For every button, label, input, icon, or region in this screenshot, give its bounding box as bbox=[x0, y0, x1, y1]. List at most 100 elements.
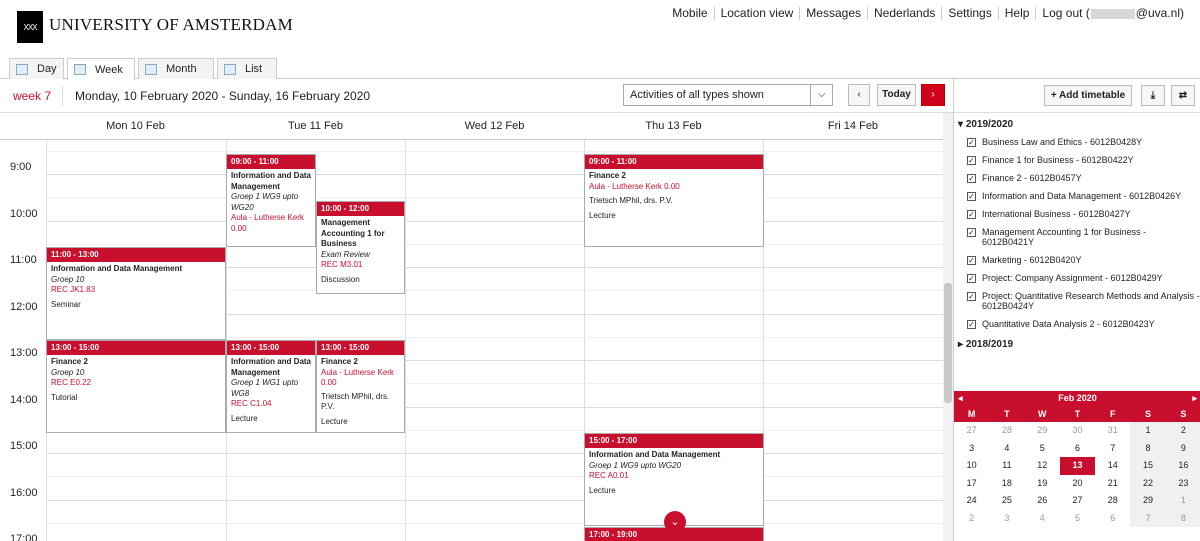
tab-day[interactable]: Day bbox=[9, 58, 64, 79]
next-month-icon[interactable]: ▸ bbox=[1192, 391, 1197, 406]
next-week-button[interactable]: › bbox=[921, 84, 945, 106]
calendar-day[interactable]: 30 bbox=[1060, 422, 1095, 440]
calendar-day[interactable]: 1 bbox=[1165, 492, 1200, 510]
add-timetable-button[interactable]: + Add timetable bbox=[1044, 85, 1132, 106]
year-group-2019[interactable]: ▾ 2019/2020 bbox=[954, 117, 1200, 133]
calendar-day[interactable]: 31 bbox=[1095, 422, 1130, 440]
nav-help[interactable]: Help bbox=[997, 7, 1036, 20]
event-block[interactable]: 11:00 - 13:00 Information and Data Manag… bbox=[46, 247, 226, 340]
calendar-day[interactable]: 2 bbox=[1165, 422, 1200, 440]
nav-location-view[interactable]: Location view bbox=[713, 7, 800, 20]
calendar-day[interactable]: 25 bbox=[989, 492, 1024, 510]
checkbox[interactable]: ✓ bbox=[967, 138, 976, 147]
calendar-day[interactable]: 6 bbox=[1060, 440, 1095, 458]
calendar-day[interactable]: 17 bbox=[954, 475, 989, 493]
event-room[interactable]: REC E0.22 bbox=[47, 378, 225, 389]
calendar-day[interactable]: 4 bbox=[1025, 510, 1060, 528]
event-room[interactable]: Aula - Lutherse Kerk 0.00 bbox=[227, 213, 315, 234]
calendar-day[interactable]: 7 bbox=[1095, 440, 1130, 458]
event-block[interactable]: 09:00 - 11:00 Information and Data Manag… bbox=[226, 154, 316, 247]
event-room[interactable]: Aula - Lutherse Kerk 0.00 bbox=[585, 182, 763, 193]
nav-messages[interactable]: Messages bbox=[799, 7, 867, 20]
calendar-day[interactable]: 9 bbox=[1165, 439, 1200, 457]
course-item[interactable]: ✓ Project: Quantitative Research Methods … bbox=[954, 291, 1200, 311]
checkbox[interactable]: ✓ bbox=[967, 292, 976, 301]
checkbox[interactable]: ✓ bbox=[967, 192, 976, 201]
university-logo[interactable]: XXX bbox=[17, 11, 43, 43]
prev-week-button[interactable]: ‹ bbox=[848, 84, 870, 106]
calendar-day[interactable]: 3 bbox=[954, 440, 989, 458]
download-icon[interactable]: ⤓ bbox=[1141, 85, 1165, 106]
course-item[interactable]: ✓ Marketing - 6012B0420Y bbox=[954, 255, 1200, 265]
checkbox[interactable]: ✓ bbox=[967, 174, 976, 183]
calendar-day[interactable]: 5 bbox=[1025, 440, 1060, 458]
event-room[interactable]: Aula - Lutherse Kerk 0.00 bbox=[317, 368, 404, 389]
calendar-day[interactable]: 8 bbox=[1165, 509, 1200, 527]
calendar-day[interactable]: 27 bbox=[1060, 492, 1095, 510]
course-item[interactable]: ✓ Management Accounting 1 for Business - … bbox=[954, 227, 1200, 247]
checkbox[interactable]: ✓ bbox=[967, 228, 976, 237]
swap-icon[interactable]: ⇄ bbox=[1171, 85, 1195, 106]
tab-list[interactable]: List bbox=[217, 58, 277, 79]
event-block[interactable]: 10:00 - 12:00 Management Accounting 1 fo… bbox=[316, 201, 405, 294]
calendar-day[interactable]: 12 bbox=[1025, 457, 1060, 475]
calendar-day[interactable]: 6 bbox=[1095, 510, 1130, 528]
calendar-day[interactable]: 13 bbox=[1059, 457, 1096, 475]
event-block[interactable]: 13:00 - 15:00 Finance 2 Aula - Lutherse … bbox=[316, 340, 405, 433]
calendar-day[interactable]: 18 bbox=[989, 475, 1024, 493]
checkbox[interactable]: ✓ bbox=[967, 320, 976, 329]
calendar-day[interactable]: 27 bbox=[954, 422, 989, 440]
calendar-day[interactable]: 16 bbox=[1165, 457, 1200, 475]
tab-month[interactable]: Month bbox=[138, 58, 214, 79]
course-item[interactable]: ✓ International Business - 6012B0427Y bbox=[954, 209, 1200, 219]
course-item[interactable]: ✓ Finance 2 - 6012B0457Y bbox=[954, 173, 1200, 183]
calendar-day[interactable]: 11 bbox=[989, 457, 1024, 475]
event-block[interactable]: 13:00 - 15:00 Finance 2 Groep 10 REC E0.… bbox=[46, 340, 226, 433]
checkbox[interactable]: ✓ bbox=[967, 274, 976, 283]
calendar-day[interactable]: 29 bbox=[1025, 422, 1060, 440]
course-item[interactable]: ✓ Project: Company Assignment - 6012B0429… bbox=[954, 273, 1200, 283]
nav-logout[interactable]: Log out (@uva.nl) bbox=[1035, 7, 1190, 20]
checkbox[interactable]: ✓ bbox=[967, 210, 976, 219]
calendar-day[interactable]: 19 bbox=[1025, 475, 1060, 493]
course-item[interactable]: ✓ Business Law and Ethics - 6012B0428Y bbox=[954, 137, 1200, 147]
event-block[interactable]: 13:00 - 15:00 Information and Data Manag… bbox=[226, 340, 316, 433]
calendar-day[interactable]: 22 bbox=[1130, 474, 1166, 492]
checkbox[interactable]: ✓ bbox=[967, 256, 976, 265]
year-group-2018[interactable]: ▸ 2018/2019 bbox=[954, 337, 1200, 353]
nav-language[interactable]: Nederlands bbox=[867, 7, 941, 20]
calendar-day[interactable]: 5 bbox=[1060, 510, 1095, 528]
calendar-day[interactable]: 20 bbox=[1060, 475, 1095, 493]
event-room[interactable]: REC M3.01 bbox=[317, 260, 404, 271]
tab-week[interactable]: Week bbox=[67, 58, 135, 80]
today-button[interactable]: Today bbox=[877, 84, 916, 106]
calendar-day[interactable]: 2 bbox=[954, 510, 989, 528]
calendar-day[interactable]: 7 bbox=[1130, 509, 1166, 527]
calendar-day[interactable]: 8 bbox=[1130, 439, 1166, 457]
calendar-day[interactable]: 29 bbox=[1130, 492, 1166, 510]
calendar-day[interactable]: 3 bbox=[989, 510, 1024, 528]
event-room[interactable]: REC A0.01 bbox=[585, 471, 763, 482]
nav-mobile[interactable]: Mobile bbox=[666, 7, 713, 20]
scroll-down-icon[interactable]: ⌄ bbox=[664, 511, 686, 533]
calendar-day[interactable]: 23 bbox=[1165, 474, 1200, 492]
course-item[interactable]: ✓ Finance 1 for Business - 6012B0422Y bbox=[954, 155, 1200, 165]
scrollbar[interactable] bbox=[943, 113, 953, 541]
calendar-day[interactable]: 4 bbox=[989, 440, 1024, 458]
calendar-day[interactable]: 28 bbox=[1095, 492, 1130, 510]
course-item[interactable]: ✓ Quantitative Data Analysis 2 - 6012B042… bbox=[954, 319, 1200, 329]
calendar-day[interactable]: 21 bbox=[1095, 475, 1130, 493]
scrollbar-thumb[interactable] bbox=[944, 283, 952, 403]
calendar-day[interactable]: 1 bbox=[1130, 422, 1166, 440]
checkbox[interactable]: ✓ bbox=[967, 156, 976, 165]
event-block[interactable]: 09:00 - 11:00 Finance 2 Aula - Lutherse … bbox=[584, 154, 764, 247]
prev-month-icon[interactable]: ◂ bbox=[958, 391, 963, 406]
calendar-day[interactable]: 15 bbox=[1130, 457, 1166, 475]
activity-type-filter[interactable]: Activities of all types shown ⌵ bbox=[623, 84, 833, 106]
nav-settings[interactable]: Settings bbox=[941, 7, 997, 20]
calendar-day[interactable]: 26 bbox=[1025, 492, 1060, 510]
course-item[interactable]: ✓ Information and Data Management - 6012B… bbox=[954, 191, 1200, 201]
event-room[interactable]: REC C1.04 bbox=[227, 399, 315, 410]
calendar-day[interactable]: 24 bbox=[954, 492, 989, 510]
calendar-day[interactable]: 10 bbox=[954, 457, 989, 475]
